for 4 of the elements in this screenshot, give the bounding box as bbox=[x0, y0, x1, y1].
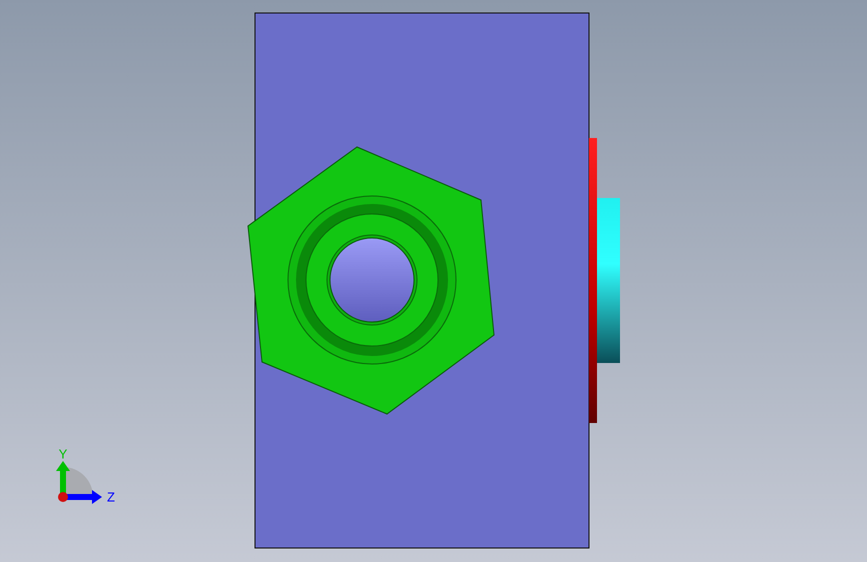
axis-label: Y bbox=[58, 446, 68, 462]
axis-label: Z bbox=[107, 489, 115, 504]
cad-viewport[interactable]: Y Z bbox=[0, 0, 867, 562]
origin-icon bbox=[58, 492, 68, 502]
